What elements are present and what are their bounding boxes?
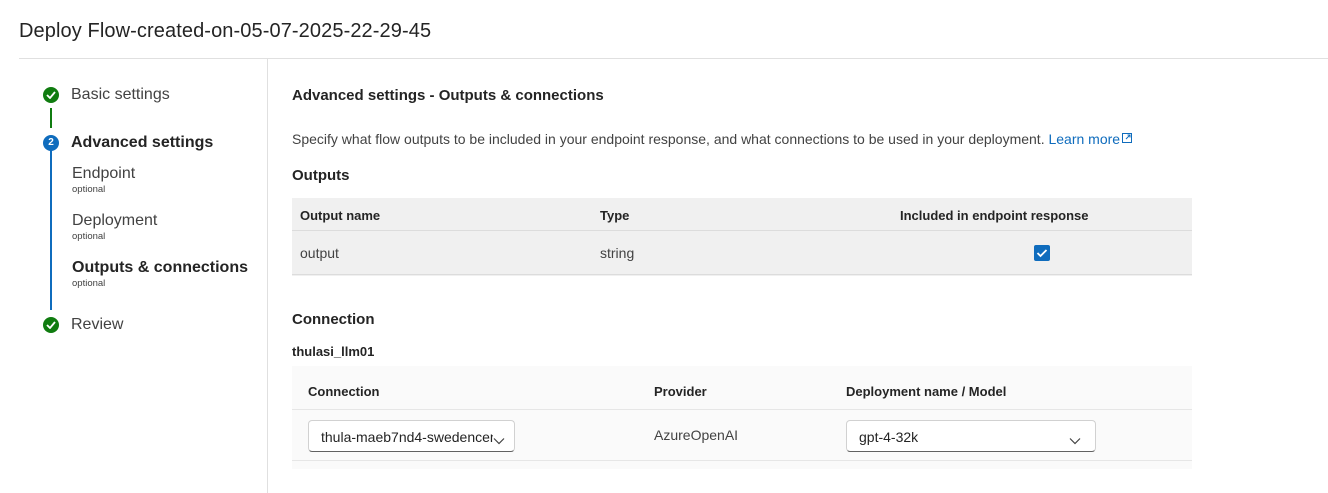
column-header-connection: Connection: [308, 384, 380, 399]
output-name-cell: output: [300, 245, 339, 261]
table-row: thula-maeb7nd4-swedencentral_aoai AzureO…: [292, 410, 1192, 461]
checkmark-circle-icon: [43, 87, 59, 103]
chevron-down-icon: [493, 432, 505, 448]
outputs-heading: Outputs: [292, 167, 350, 184]
section-title: Advanced settings - Outputs & connection…: [292, 87, 604, 104]
column-header-included: Included in endpoint response: [900, 208, 1089, 223]
output-type-cell: string: [600, 245, 635, 261]
wizard-stepper: Basic settings 2 Advanced settings Endpo…: [0, 0, 267, 493]
learn-more-link[interactable]: Learn more: [1048, 131, 1120, 147]
step-connector-current: [50, 150, 52, 310]
substep-outputs-optional: optional: [72, 278, 106, 289]
section-description: Specify what flow outputs to be included…: [292, 130, 1133, 147]
substep-outputs-connections[interactable]: Outputs & connections optional: [72, 259, 248, 289]
connection-node-name: thulasi_llm01: [292, 344, 375, 359]
column-header-deployment-model: Deployment name / Model: [846, 384, 1007, 399]
connection-dropdown[interactable]: thula-maeb7nd4-swedencentral_aoai: [308, 420, 515, 452]
step-connector-completed: [50, 108, 52, 128]
column-header-provider: Provider: [654, 384, 707, 399]
connection-heading: Connection: [292, 311, 375, 328]
step-advanced-settings[interactable]: Advanced settings: [71, 134, 213, 152]
provider-cell: AzureOpenAI: [654, 427, 739, 443]
substep-endpoint[interactable]: Endpoint optional: [72, 165, 135, 195]
outputs-table: Output name Type Included in endpoint re…: [292, 198, 1192, 276]
step-number-badge: 2: [43, 135, 59, 151]
substep-deployment-label: Deployment: [72, 212, 158, 229]
open-external-icon[interactable]: [1122, 130, 1133, 146]
substep-endpoint-optional: optional: [72, 184, 106, 195]
connection-dropdown-value: thula-maeb7nd4-swedencentral_aoai: [321, 429, 493, 445]
deployment-model-dropdown[interactable]: gpt-4-32k: [846, 420, 1096, 452]
sidebar-divider: [267, 59, 268, 493]
connections-table-header: Connection Provider Deployment name / Mo…: [292, 366, 1192, 410]
deployment-dropdown-value: gpt-4-32k: [859, 429, 919, 445]
substep-deployment-optional: optional: [72, 231, 106, 242]
column-header-output-name: Output name: [300, 208, 381, 223]
step-basic-settings[interactable]: Basic settings: [71, 86, 170, 104]
column-header-type: Type: [600, 208, 630, 223]
description-text: Specify what flow outputs to be included…: [292, 131, 1045, 147]
step-review[interactable]: Review: [71, 316, 123, 334]
include-in-response-checkbox[interactable]: [1034, 245, 1050, 261]
checkmark-circle-icon: [43, 317, 59, 333]
substep-deployment[interactable]: Deployment optional: [72, 212, 157, 242]
outputs-table-header: Output name Type Included in endpoint re…: [292, 198, 1192, 231]
connections-table: Connection Provider Deployment name / Mo…: [292, 366, 1192, 469]
substep-endpoint-label: Endpoint: [72, 165, 136, 182]
table-row: output string: [292, 231, 1192, 275]
chevron-down-icon: [1069, 432, 1081, 448]
substep-outputs-label: Outputs & connections: [72, 259, 248, 276]
